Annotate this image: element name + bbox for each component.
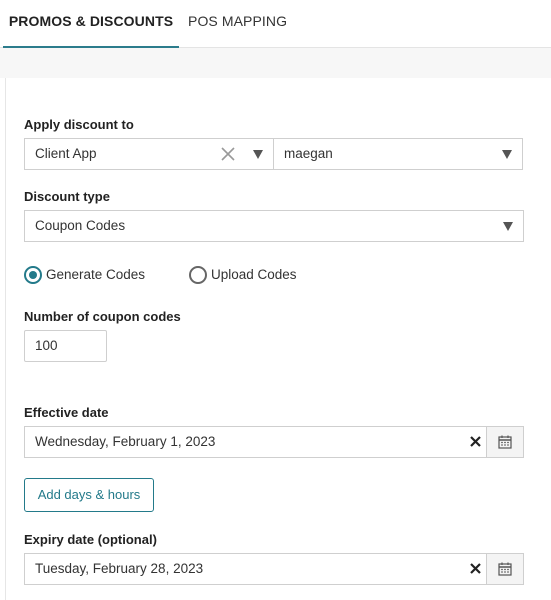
chevron-down-icon	[502, 150, 512, 159]
clear-date-icon[interactable]	[470, 563, 481, 574]
calendar-icon	[498, 435, 512, 449]
discount-target-value: Client App	[35, 146, 97, 161]
chevron-down-icon	[503, 222, 513, 231]
clear-date-icon[interactable]	[470, 436, 481, 447]
discount-type-select[interactable]: Coupon Codes	[24, 210, 524, 242]
upload-codes-radio[interactable]: Upload Codes	[189, 265, 309, 285]
chevron-down-icon	[253, 150, 263, 159]
discount-type-value: Coupon Codes	[35, 218, 126, 233]
discount-target-select[interactable]: Client App	[24, 138, 274, 170]
coupon-count-value: 100	[35, 338, 58, 353]
expiry-date-value: Tuesday, February 28, 2023	[35, 561, 204, 576]
add-days-hours-button[interactable]: Add days & hours	[24, 478, 154, 512]
discount-type-label: Discount type	[24, 189, 110, 204]
clear-icon[interactable]	[221, 147, 235, 161]
radio-unselected-icon	[189, 266, 207, 284]
expiry-date-label: Expiry date (optional)	[24, 532, 157, 547]
radio-selected-icon	[24, 266, 42, 284]
client-value: maegan	[284, 146, 333, 161]
tab-pos-mapping[interactable]: POS MAPPING	[188, 0, 287, 48]
header-strip	[0, 48, 551, 78]
effective-date-calendar-button[interactable]	[486, 427, 523, 457]
client-select[interactable]: maegan	[273, 138, 523, 170]
apply-discount-label: Apply discount to	[24, 117, 134, 132]
tab-bar: PROMOS & DISCOUNTS POS MAPPING	[0, 0, 551, 48]
generate-codes-radio[interactable]: Generate Codes	[24, 265, 154, 285]
coupon-count-label: Number of coupon codes	[24, 309, 181, 324]
generate-codes-label: Generate Codes	[46, 267, 146, 282]
upload-codes-label: Upload Codes	[211, 267, 297, 282]
calendar-icon	[498, 562, 512, 576]
effective-date-input[interactable]: Wednesday, February 1, 2023	[24, 426, 524, 458]
coupon-count-input[interactable]: 100	[24, 330, 107, 362]
expiry-date-input[interactable]: Tuesday, February 28, 2023	[24, 553, 524, 585]
effective-date-label: Effective date	[24, 405, 109, 420]
effective-date-value: Wednesday, February 1, 2023	[35, 434, 216, 449]
tab-promos-discounts[interactable]: PROMOS & DISCOUNTS	[3, 0, 179, 48]
expiry-date-calendar-button[interactable]	[486, 554, 523, 584]
